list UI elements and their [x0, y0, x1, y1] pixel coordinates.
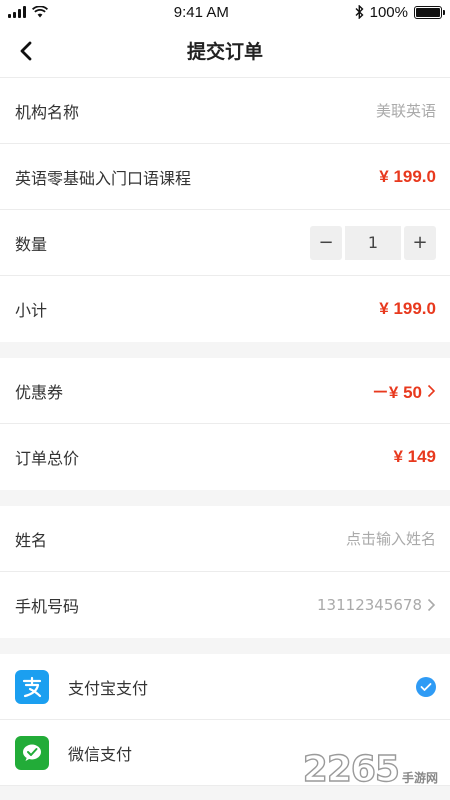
decrement-button[interactable]: − [310, 225, 342, 260]
coupon-value: －¥ 50 [371, 383, 422, 402]
chevron-right-icon [427, 384, 436, 397]
order-screen: 9:41 AM 100% 提交订单 机构名称 美联英语 英语零基础入门口语课程 … [0, 0, 450, 800]
increment-button[interactable]: + [404, 225, 436, 260]
alipay-label: 支付宝支付 [68, 678, 149, 698]
watermark-number: 2265 [302, 749, 401, 790]
status-left [8, 6, 48, 18]
watermark-text: 手游网 [401, 771, 438, 785]
quantity-row: 数量 − 1 + [0, 210, 450, 276]
page-title: 提交订单 [186, 41, 263, 63]
institution-label: 机构名称 [15, 102, 80, 122]
status-time: 9:41 AM [173, 3, 229, 21]
course-name: 英语零基础入门口语课程 [15, 168, 192, 188]
total-label: 订单总价 [15, 449, 80, 468]
course-price: ¥ 199.0 [379, 166, 436, 186]
bluetooth-icon [355, 5, 364, 19]
signal-icon [8, 6, 26, 18]
total-row: 订单总价 ¥ 149 [0, 424, 450, 490]
total-value: ¥ 149 [393, 447, 436, 466]
quantity-value[interactable]: 1 [345, 225, 401, 260]
course-row: 英语零基础入门口语课程 ¥ 199.0 [0, 144, 450, 210]
phone-label: 手机号码 [15, 597, 80, 616]
order-info-group: 机构名称 美联英语 英语零基础入门口语课程 ¥ 199.0 数量 − 1 + 小… [0, 78, 450, 342]
navigation-bar: 提交订单 [0, 24, 450, 78]
coupon-row[interactable]: 优惠券 －¥ 50 [0, 358, 450, 424]
status-right: 100% [355, 3, 445, 21]
chevron-right-icon [427, 598, 436, 612]
payment-option-alipay[interactable]: 支付宝支付 [0, 654, 450, 720]
section-divider [0, 638, 450, 654]
wifi-icon [32, 6, 48, 18]
discount-group: 优惠券 －¥ 50 订单总价 ¥ 149 [0, 358, 450, 490]
checkmark-icon [416, 676, 436, 697]
name-label: 姓名 [15, 530, 48, 550]
subtotal-row: 小计 ¥ 199.0 [0, 276, 450, 342]
coupon-value-wrap: －¥ 50 [372, 378, 436, 403]
back-button[interactable] [10, 35, 42, 67]
quantity-stepper: − 1 + [310, 225, 436, 260]
chevron-left-icon [20, 41, 32, 61]
subtotal-value: ¥ 199.0 [379, 299, 436, 318]
name-input[interactable]: 点击输入姓名 [346, 528, 436, 549]
institution-row: 机构名称 美联英语 [0, 78, 450, 144]
quantity-label: 数量 [15, 234, 48, 254]
battery-percent: 100% [369, 3, 408, 21]
name-row[interactable]: 姓名 点击输入姓名 [0, 506, 450, 572]
contact-group: 姓名 点击输入姓名 手机号码 13112345678 [0, 506, 450, 638]
section-divider [0, 490, 450, 506]
battery-icon [413, 5, 445, 19]
alipay-icon [15, 669, 49, 704]
wechat-pay-icon [15, 735, 49, 770]
phone-value-wrap: 13112345678 [317, 596, 436, 614]
coupon-label: 优惠券 [15, 382, 64, 402]
site-watermark: 2265 手游网 [302, 749, 438, 790]
status-bar: 9:41 AM 100% [0, 0, 450, 24]
subtotal-label: 小计 [15, 301, 48, 320]
phone-value: 13112345678 [317, 596, 422, 614]
phone-row[interactable]: 手机号码 13112345678 [0, 572, 450, 638]
section-divider [0, 342, 450, 358]
institution-value: 美联英语 [375, 102, 436, 120]
